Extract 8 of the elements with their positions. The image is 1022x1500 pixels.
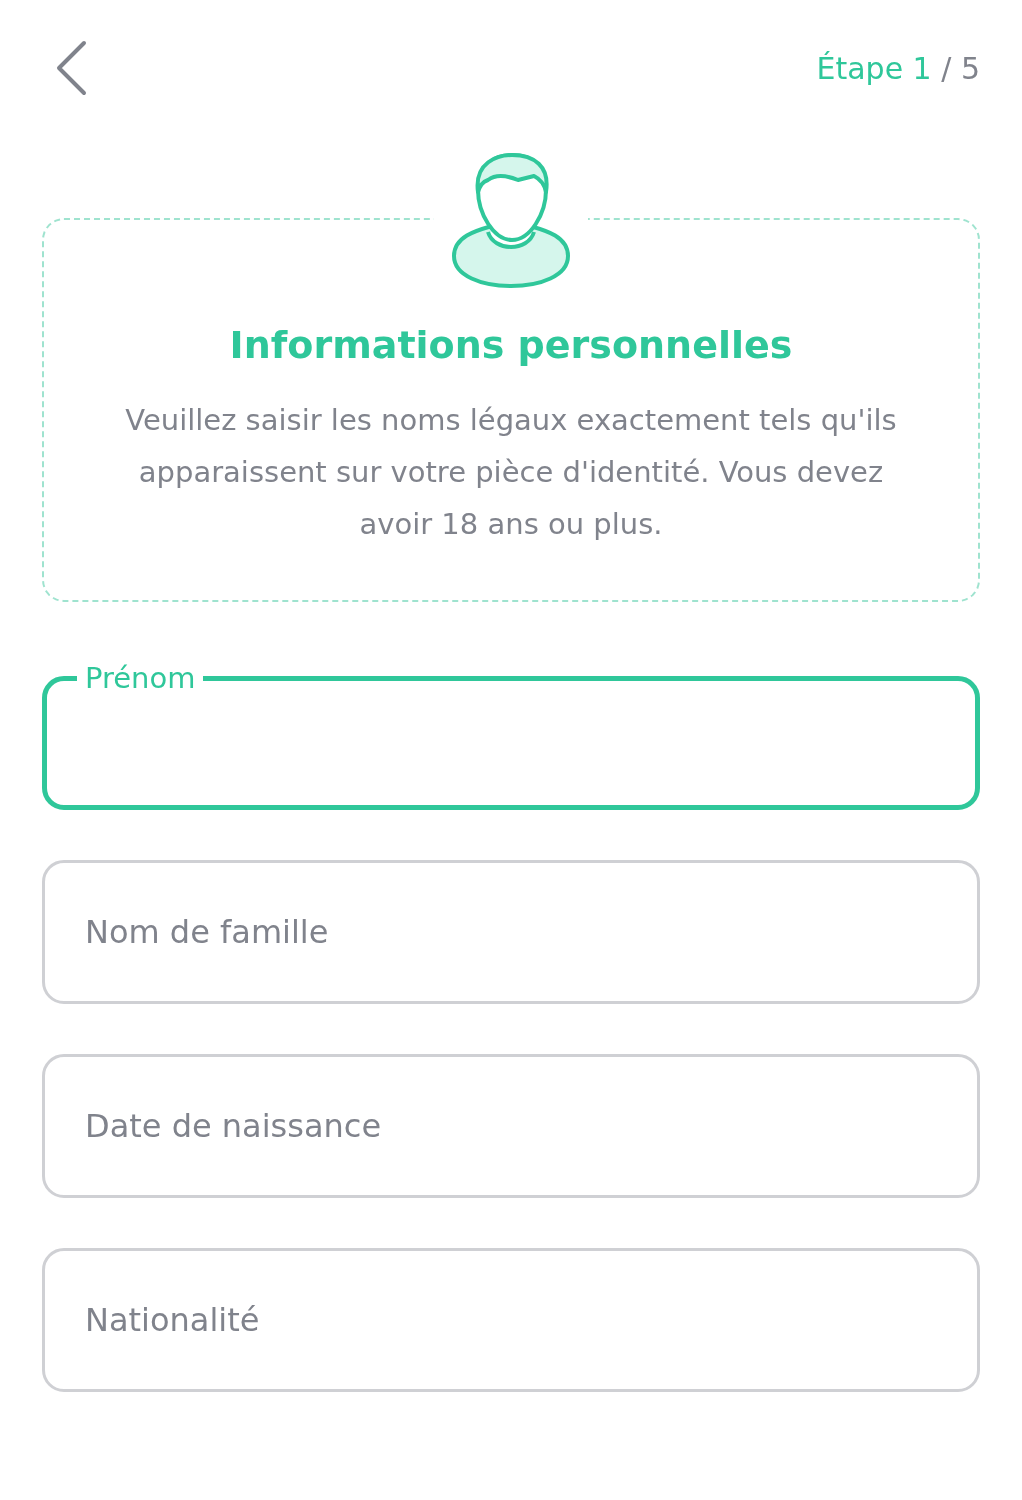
step-indicator: Étape 1 / 5 bbox=[816, 49, 980, 88]
section-title: Informations personnelles bbox=[229, 326, 793, 364]
chevron-left-icon bbox=[54, 40, 88, 96]
instructions-text: Veuillez saisir les noms légaux exactement tels qu'ils apparaissent sur votre pièce d'identité. Vous devez avoir 18 ans ou plus. bbox=[124, 402, 898, 543]
text-field[interactable]: Prénom bbox=[42, 664, 980, 810]
text-field[interactable]: Date de naissance bbox=[42, 1054, 980, 1198]
text-field[interactable]: Nom de famille bbox=[42, 860, 980, 1004]
text-field[interactable]: Nationalité bbox=[42, 1248, 980, 1392]
